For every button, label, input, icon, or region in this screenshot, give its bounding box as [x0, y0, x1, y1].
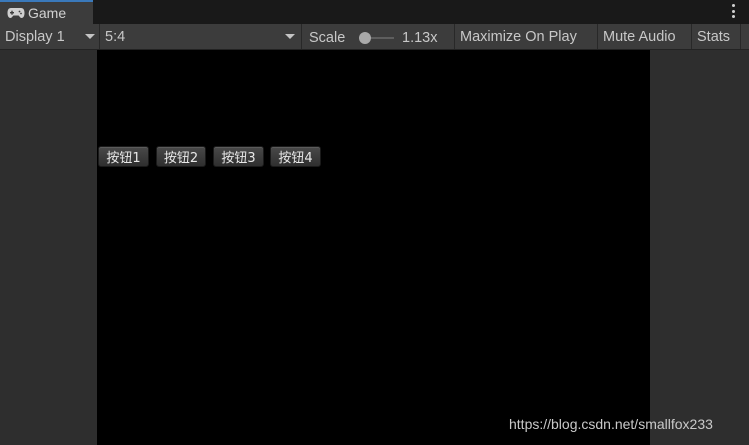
mute-audio-button[interactable]: Mute Audio [603, 24, 676, 49]
viewport-margin-left [0, 50, 97, 445]
kebab-menu-icon[interactable] [731, 4, 735, 18]
game-button-3[interactable]: 按钮3 [213, 146, 264, 167]
display-label: Display 1 [5, 28, 65, 45]
scale-value: 1.13x [402, 29, 438, 46]
display-dropdown[interactable]: Display 1 [5, 24, 97, 49]
game-button-4[interactable]: 按钮4 [270, 146, 321, 167]
aspect-label: 5:4 [105, 28, 126, 45]
viewport-margin-right [650, 50, 749, 445]
gamepad-icon [7, 8, 25, 18]
stats-button[interactable]: Stats [697, 24, 730, 49]
scale-slider-handle[interactable] [359, 32, 371, 44]
tab-bar: Game [0, 0, 749, 24]
game-button-2[interactable]: 按钮2 [156, 146, 206, 167]
watermark-text: https://blog.csdn.net/smallfox233 [509, 416, 713, 432]
tab-game[interactable]: Game [0, 0, 93, 24]
game-button-1[interactable]: 按钮1 [98, 146, 149, 167]
maximize-on-play-button[interactable]: Maximize On Play [460, 24, 577, 49]
tab-label: Game [28, 5, 67, 21]
aspect-dropdown[interactable]: 5:4 [105, 24, 297, 49]
chevron-down-icon [85, 34, 95, 39]
game-viewport[interactable] [97, 50, 650, 445]
scale-label: Scale [309, 29, 346, 46]
chevron-down-icon [285, 34, 295, 39]
